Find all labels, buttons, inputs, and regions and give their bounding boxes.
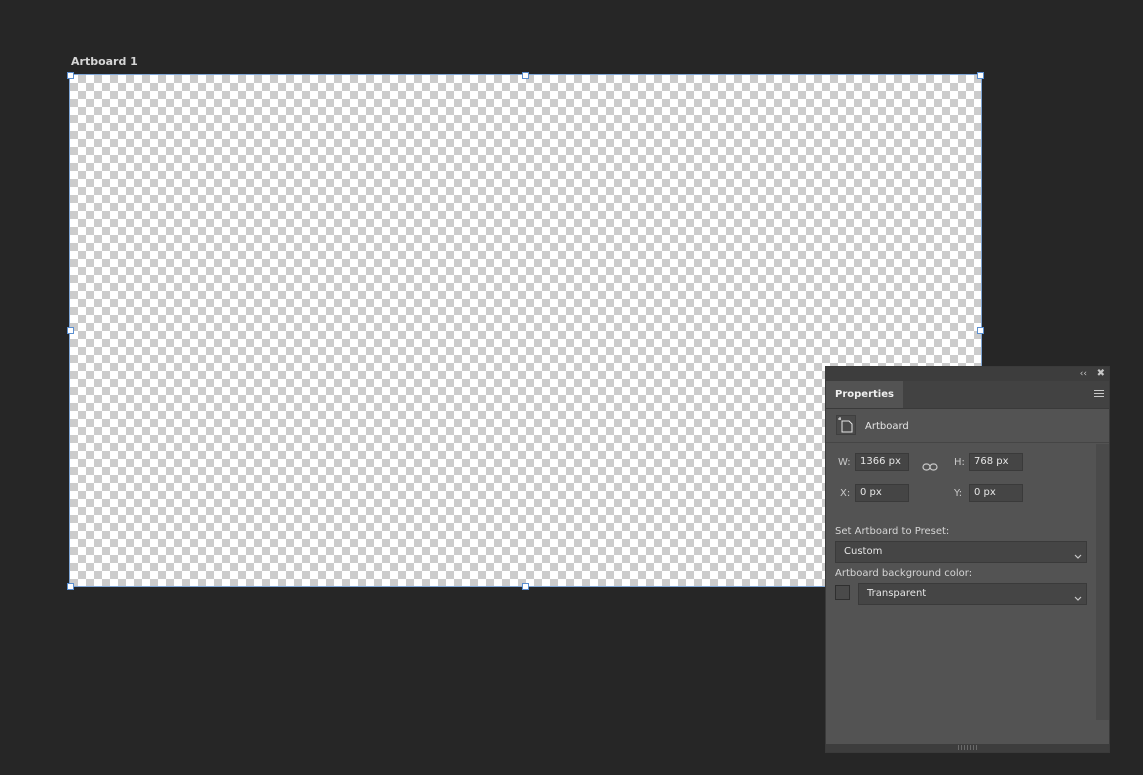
artboard-title[interactable]: Artboard 1: [71, 55, 138, 68]
link-icon[interactable]: [922, 457, 938, 476]
height-field[interactable]: 768 px: [969, 453, 1023, 471]
chevron-down-icon: [1074, 590, 1082, 610]
artboard-icon: [836, 415, 856, 435]
panel-title-bar[interactable]: ‹‹ ✖: [826, 367, 1109, 381]
tab-properties[interactable]: Properties: [826, 381, 903, 408]
artboard-type-header: Artboard: [826, 409, 1109, 443]
resize-grip-icon[interactable]: [958, 745, 978, 750]
panel-scrollbar[interactable]: [1096, 444, 1109, 720]
handle-top-right[interactable]: [977, 72, 984, 79]
bg-color-label: Artboard background color:: [835, 568, 973, 579]
bg-color-value: Transparent: [867, 588, 927, 599]
y-field[interactable]: 0 px: [969, 484, 1023, 502]
properties-panel: ‹‹ ✖ Properties Artboard W: 1366 px H: 7…: [825, 366, 1110, 753]
canvas-workspace[interactable]: Artboard 1 ‹‹ ✖ Properties Artboard W: 1…: [0, 0, 1143, 775]
y-label: Y:: [954, 488, 963, 499]
handle-bottom-middle[interactable]: [522, 583, 529, 590]
artboard-type-label: Artboard: [865, 421, 909, 432]
preset-value: Custom: [844, 546, 883, 557]
width-label: W:: [838, 457, 851, 468]
panel-tab-row: Properties: [826, 381, 1109, 409]
panel-resize-bar[interactable]: [826, 744, 1109, 752]
chevron-down-icon: [1074, 548, 1082, 568]
hamburger-menu-icon[interactable]: [1094, 390, 1104, 398]
handle-middle-right[interactable]: [977, 327, 984, 334]
bg-color-dropdown[interactable]: Transparent: [858, 583, 1087, 605]
width-field[interactable]: 1366 px: [855, 453, 909, 471]
handle-top-left[interactable]: [67, 72, 74, 79]
x-field[interactable]: 0 px: [855, 484, 909, 502]
double-chevron-left-icon[interactable]: ‹‹: [1080, 367, 1087, 381]
handle-bottom-left[interactable]: [67, 583, 74, 590]
handle-middle-left[interactable]: [67, 327, 74, 334]
height-label: H:: [954, 457, 965, 468]
bg-color-swatch[interactable]: [835, 585, 850, 600]
close-icon[interactable]: ✖: [1097, 367, 1105, 381]
preset-label: Set Artboard to Preset:: [835, 526, 950, 537]
x-label: X:: [840, 488, 851, 499]
preset-dropdown[interactable]: Custom: [835, 541, 1087, 563]
handle-top-middle[interactable]: [522, 72, 529, 79]
